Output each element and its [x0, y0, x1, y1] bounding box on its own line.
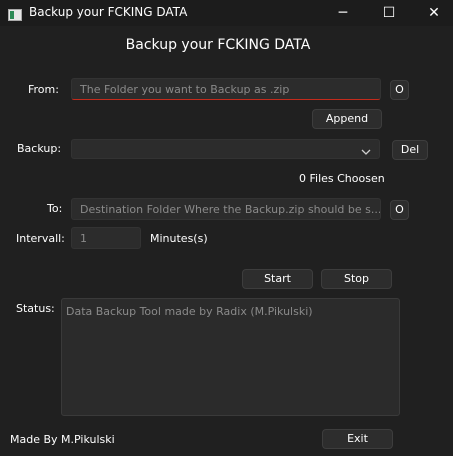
status-label: Status:: [16, 302, 55, 315]
stop-button[interactable]: Stop: [321, 269, 392, 289]
from-browse-button[interactable]: O: [390, 80, 409, 100]
chevron-down-icon: [360, 143, 372, 155]
status-textarea[interactable]: Data Backup Tool made by Radix (M.Pikuls…: [61, 298, 400, 416]
close-icon[interactable]: ✕: [412, 0, 453, 26]
minimize-icon[interactable]: ─: [321, 0, 365, 26]
window-title: Backup your FCKING DATA: [29, 5, 188, 19]
to-browse-button[interactable]: O: [390, 200, 409, 220]
exit-button[interactable]: Exit: [322, 429, 393, 449]
from-input[interactable]: The Folder you want to Backup as .zip: [71, 78, 381, 100]
credit-text: Made By M.Pikulski: [10, 433, 115, 446]
interval-unit: Minutes(s): [150, 232, 208, 245]
from-label: From:: [28, 83, 59, 96]
interval-label: Intervall:: [16, 232, 65, 245]
append-button[interactable]: Append: [312, 109, 382, 129]
start-button[interactable]: Start: [242, 269, 313, 289]
interval-input[interactable]: 1: [71, 227, 141, 249]
files-chosen-count: 0 Files Choosen: [299, 172, 385, 185]
backup-label: Backup:: [17, 142, 62, 155]
maximize-icon[interactable]: ☐: [367, 0, 411, 26]
backup-select[interactable]: [71, 139, 380, 159]
to-input[interactable]: Destination Folder Where the Backup.zip …: [71, 198, 381, 220]
to-label: To:: [47, 202, 63, 215]
del-button[interactable]: Del: [392, 140, 428, 160]
page-title: Backup your FCKING DATA: [125, 37, 311, 53]
app-icon: [8, 6, 22, 21]
